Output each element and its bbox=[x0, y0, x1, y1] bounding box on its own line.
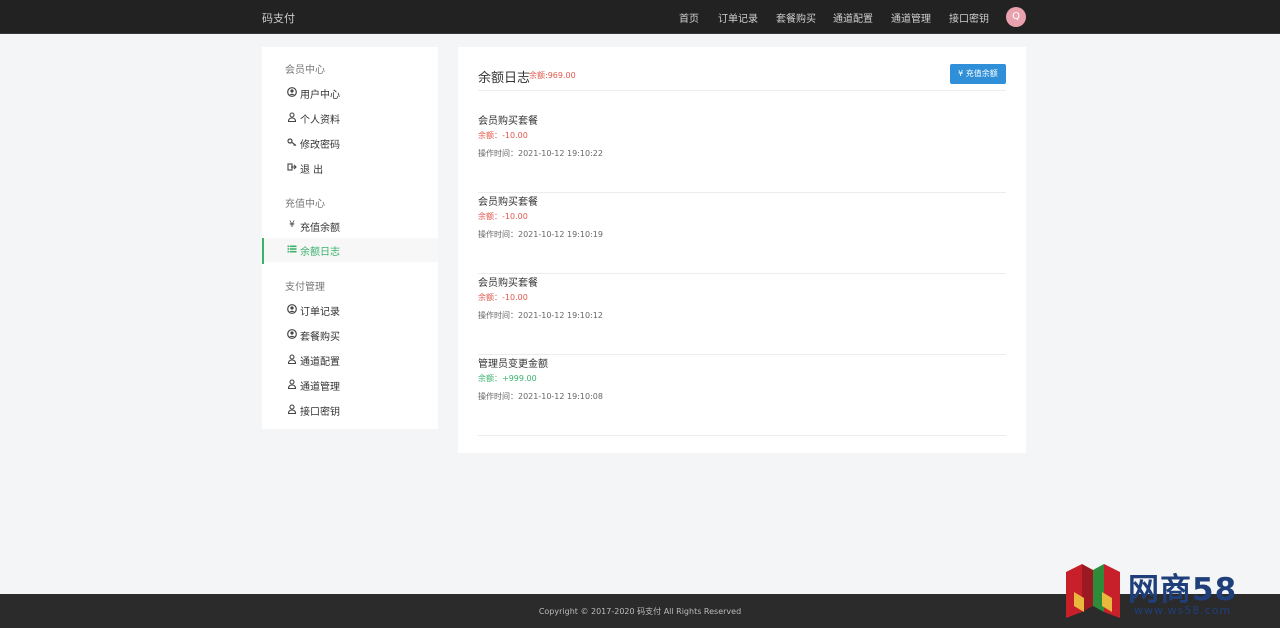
sidebar-item-label: 接口密钥 bbox=[300, 407, 340, 418]
log-time: 操作时间：2021-10-12 19:10:08 bbox=[478, 392, 603, 401]
sidebar-item-profile[interactable]: 个人资料 bbox=[262, 106, 438, 130]
nav-channel-manage[interactable]: 通道管理 bbox=[891, 10, 931, 25]
avatar[interactable]: Q bbox=[1006, 7, 1026, 27]
nav-orders[interactable]: 订单记录 bbox=[718, 10, 758, 25]
log-title: 会员购买套餐 bbox=[478, 116, 538, 127]
user-circle-icon bbox=[287, 87, 297, 97]
sidebar-item-change-password[interactable]: 修改密码 bbox=[262, 131, 438, 155]
sidebar-item-label: 余额日志 bbox=[300, 247, 340, 258]
sidebar-item-label: 用户中心 bbox=[300, 90, 340, 101]
user-icon bbox=[287, 404, 297, 415]
sidebar: 会员中心 用户中心 个人资料 修改密码 退 出 充值中心 ¥ 充值余额 余额日志… bbox=[262, 47, 438, 429]
sidebar-item-channel-config[interactable]: 通道配置 bbox=[262, 348, 438, 372]
log-amount: 余额：+999.00 bbox=[478, 374, 537, 383]
user-circle-icon bbox=[287, 304, 297, 314]
balance-badge: 余额:969.00 bbox=[529, 71, 576, 80]
sidebar-item-label: 退 出 bbox=[300, 165, 324, 176]
key-icon bbox=[287, 137, 297, 147]
watermark: 网商58 www.ws58.com bbox=[1062, 562, 1272, 622]
sidebar-item-packages[interactable]: 套餐购买 bbox=[262, 323, 438, 347]
log-amount: 余额：-10.00 bbox=[478, 212, 528, 221]
divider bbox=[478, 90, 1006, 91]
log-time: 操作时间：2021-10-12 19:10:22 bbox=[478, 149, 603, 158]
log-time: 操作时间：2021-10-12 19:10:19 bbox=[478, 230, 603, 239]
sidebar-item-channel-manage[interactable]: 通道管理 bbox=[262, 373, 438, 397]
log-amount: 余额：-10.00 bbox=[478, 131, 528, 140]
sidebar-group-member: 会员中心 bbox=[285, 65, 325, 76]
watermark-url: www.ws58.com bbox=[1134, 604, 1232, 617]
sidebar-item-label: 套餐购买 bbox=[300, 332, 340, 343]
sidebar-item-label: 充值余额 bbox=[300, 223, 340, 234]
recharge-button[interactable]: ¥ 充值余额 bbox=[950, 64, 1006, 84]
sidebar-item-label: 修改密码 bbox=[300, 140, 340, 151]
sidebar-item-label: 订单记录 bbox=[300, 307, 340, 318]
log-title: 管理员变更金额 bbox=[478, 359, 548, 370]
user-icon bbox=[287, 112, 297, 123]
nav-api-key[interactable]: 接口密钥 bbox=[949, 10, 989, 25]
sidebar-item-label: 个人资料 bbox=[300, 115, 340, 126]
log-item: 管理员变更金额 余额：+999.00 操作时间：2021-10-12 19:10… bbox=[478, 355, 1006, 436]
log-item: 会员购买套餐 余额：-10.00 操作时间：2021-10-12 19:10:1… bbox=[478, 274, 1006, 355]
watermark-logo-icon bbox=[1066, 564, 1120, 618]
sidebar-item-orders[interactable]: 订单记录 bbox=[262, 298, 438, 322]
log-time: 操作时间：2021-10-12 19:10:12 bbox=[478, 311, 603, 320]
logout-icon bbox=[287, 162, 297, 172]
yen-icon: ¥ bbox=[289, 220, 295, 230]
sidebar-item-logout[interactable]: 退 出 bbox=[262, 156, 438, 180]
user-circle-icon bbox=[287, 329, 297, 339]
log-item: 会员购买套餐 余额：-10.00 操作时间：2021-10-12 19:10:1… bbox=[478, 193, 1006, 274]
top-navbar: 码支付 首页 订单记录 套餐购买 通道配置 通道管理 接口密钥 Q bbox=[0, 0, 1280, 34]
top-nav: 首页 订单记录 套餐购买 通道配置 通道管理 接口密钥 bbox=[0, 10, 1280, 25]
sidebar-item-balance-log[interactable]: 余额日志 bbox=[262, 238, 438, 264]
balance-log-panel: 余额日志 余额:969.00 ¥ 充值余额 会员购买套餐 余额：-10.00 操… bbox=[458, 47, 1026, 453]
nav-packages[interactable]: 套餐购买 bbox=[776, 10, 816, 25]
user-icon bbox=[287, 354, 297, 365]
sidebar-group-recharge: 充值中心 bbox=[285, 199, 325, 210]
sidebar-item-recharge[interactable]: ¥ 充值余额 bbox=[262, 214, 438, 238]
sidebar-group-payment: 支付管理 bbox=[285, 282, 325, 293]
log-amount: 余额：-10.00 bbox=[478, 293, 528, 302]
watermark-title: 网商58 bbox=[1128, 572, 1238, 608]
nav-channel-config[interactable]: 通道配置 bbox=[833, 10, 873, 25]
nav-home[interactable]: 首页 bbox=[679, 10, 699, 25]
sidebar-item-label: 通道管理 bbox=[300, 382, 340, 393]
page-title: 余额日志 bbox=[478, 71, 531, 86]
sidebar-item-user-center[interactable]: 用户中心 bbox=[262, 81, 438, 105]
log-title: 会员购买套餐 bbox=[478, 278, 538, 289]
sidebar-item-api-key[interactable]: 接口密钥 bbox=[262, 398, 438, 422]
log-title: 会员购买套餐 bbox=[478, 197, 538, 208]
user-icon bbox=[287, 379, 297, 390]
log-item: 会员购买套餐 余额：-10.00 操作时间：2021-10-12 19:10:2… bbox=[478, 112, 1006, 193]
sidebar-item-label: 通道配置 bbox=[300, 357, 340, 368]
list-icon bbox=[287, 244, 297, 254]
